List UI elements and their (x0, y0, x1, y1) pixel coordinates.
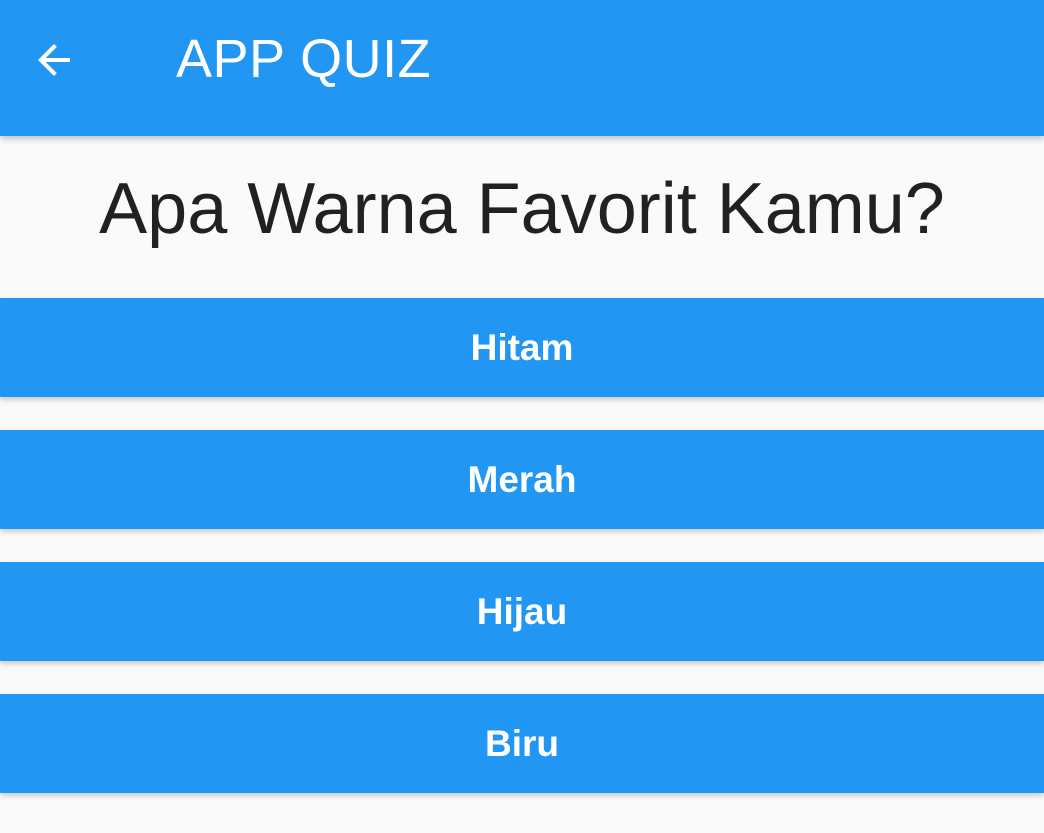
back-button[interactable] (22, 28, 86, 92)
app-bar: APP QUIZ (0, 0, 1044, 136)
answer-button-hitam[interactable]: Hitam (0, 298, 1044, 397)
answer-button-biru[interactable]: Biru (0, 694, 1044, 793)
answer-button-hijau[interactable]: Hijau (0, 562, 1044, 661)
answer-list: Hitam Merah Hijau Biru (0, 298, 1044, 793)
app-title: APP QUIZ (176, 29, 432, 89)
answer-button-merah[interactable]: Merah (0, 430, 1044, 529)
arrow-left-icon (38, 44, 70, 76)
question-text: Apa Warna Favorit Kamu? (99, 169, 945, 249)
